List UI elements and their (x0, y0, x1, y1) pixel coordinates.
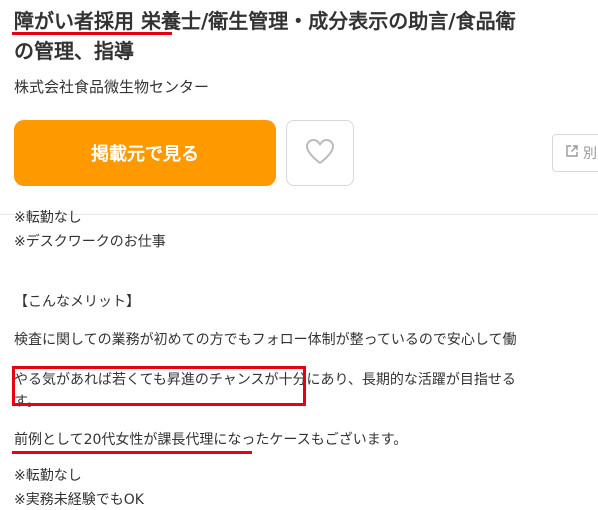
description-line: ※転勤なし (14, 210, 82, 226)
description-line: 【こんなメリット】 (14, 294, 140, 310)
view-source-button-label: 掲載元で見る (91, 144, 199, 164)
favorite-button[interactable] (286, 120, 354, 186)
open-new-window-label: 別 (583, 146, 597, 162)
description-line: 検査に関しての業務が初めての方でもフォロー体制が整っているので安心して働 (14, 332, 517, 348)
description-line: 前例として20代女性が課長代理になったケースもございます。 (14, 432, 408, 448)
annotation-underline-title (12, 32, 172, 35)
company-name: 株式会社食品微生物センター (14, 78, 210, 96)
job-title-line-2: の管理、指導 (14, 39, 134, 63)
annotation-underline-example (12, 451, 252, 454)
external-link-icon (565, 144, 579, 162)
job-detail-page: 障がい者採用 栄養士/衛生管理・成分表示の助言/食品衛 の管理、指導 株式会社食… (0, 0, 598, 510)
job-title: 障がい者採用 栄養士/衛生管理・成分表示の助言/食品衛 の管理、指導 (14, 6, 598, 66)
open-new-window-button[interactable]: 別 (552, 134, 598, 172)
annotation-highlight-box (12, 366, 306, 406)
section-divider (0, 214, 598, 215)
description-line: ※転勤なし (14, 468, 82, 484)
description-line: ※デスクワークのお仕事 (14, 234, 166, 250)
heart-icon (305, 138, 335, 169)
view-source-button[interactable]: 掲載元で見る (14, 120, 276, 186)
description-line: ※実務未経験でもOK (14, 492, 144, 508)
